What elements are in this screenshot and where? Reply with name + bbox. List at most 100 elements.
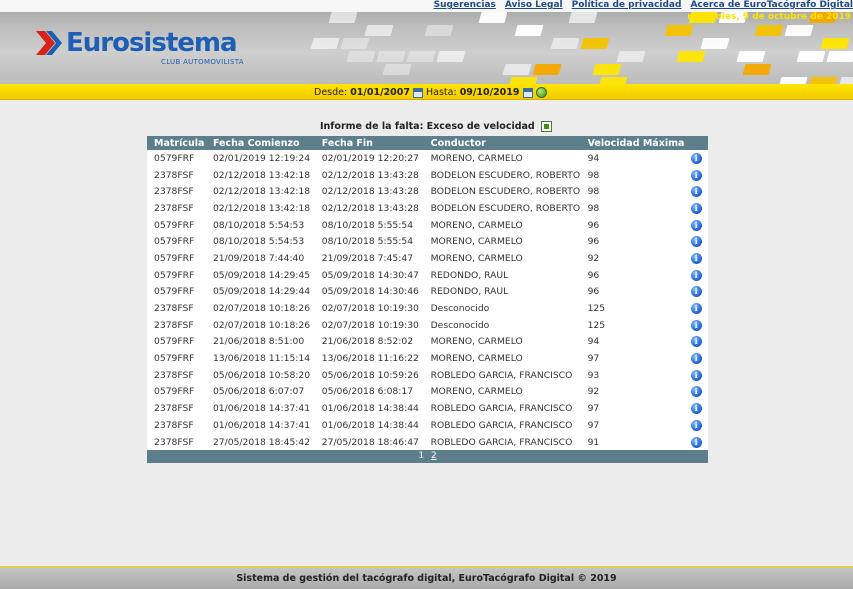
cell-fecha-comienzo: 02/07/2018 10:18:26 (212, 303, 311, 315)
info-icon[interactable]: i (690, 286, 702, 298)
table-row: 0579FRF 08/10/2018 5:54:53 08/10/2018 5:55… (147, 217, 708, 234)
table-row: 0579FRF 21/06/2018 8:51:00 21/06/2018 8:52… (147, 334, 708, 351)
table-row: 0579FRF 05/06/2018 6:07:07 05/06/2018 6:08… (147, 384, 708, 401)
table-row: 0579FRF 05/09/2018 14:29:44 05/09/2018 14:… (147, 284, 708, 301)
calendar-icon[interactable] (413, 87, 424, 98)
table-row: 2378FSF 27/05/2018 18:45:42 27/05/2018 18:… (147, 434, 708, 451)
cell-info: i (684, 233, 708, 250)
date-range: Desde: 01/01/2007 Hasta: 09/10/2019 (314, 87, 547, 98)
info-icon[interactable]: i (690, 386, 702, 398)
cell-fecha-comienzo: 05/09/2018 14:29:44 (212, 286, 311, 298)
decorative-tile (346, 51, 376, 62)
cell-velocidad: 91 (587, 436, 600, 448)
info-icon[interactable]: i (690, 303, 702, 315)
cell-fecha-comienzo: 08/10/2018 5:54:53 (212, 236, 305, 248)
cell-info: i (684, 367, 708, 384)
excel-export-icon[interactable] (540, 121, 552, 132)
decorative-tile (592, 64, 622, 75)
decorative-tile (580, 38, 610, 49)
decorative-tile (340, 38, 370, 49)
info-icon[interactable]: i (690, 436, 702, 448)
page-2-link[interactable]: 2 (431, 451, 437, 461)
cell-fecha-fin: 05/09/2018 14:30:46 (321, 286, 419, 298)
decorative-tile (754, 25, 784, 36)
pagination: 1 2 (147, 450, 708, 464)
cell-conductor: MORENO, CARMELO (430, 252, 523, 264)
cell-matricula: 2378FSF (154, 202, 194, 214)
cell-velocidad: 94 (587, 336, 600, 348)
refresh-go-icon[interactable] (535, 87, 547, 98)
table-row: 2378FSF 02/07/2018 10:18:26 02/07/2018 10:… (147, 317, 708, 334)
calendar-icon[interactable] (522, 87, 533, 98)
cell-conductor: ROBLEDO GARCIA, FRANCISCO (430, 419, 573, 431)
link-politica-privacidad[interactable]: Política de privacidad (572, 0, 682, 12)
info-icon[interactable]: i (690, 269, 702, 281)
cell-fecha-comienzo: 01/06/2018 14:37:41 (212, 403, 311, 415)
decorative-tile (478, 12, 508, 23)
cell-fecha-comienzo: 05/06/2018 10:58:20 (212, 369, 311, 381)
cell-fecha-comienzo: 02/12/2018 13:42:18 (212, 169, 311, 181)
decorative-tile (736, 51, 766, 62)
cell-matricula: 2378FSF (154, 436, 194, 448)
from-label: Desde: (314, 87, 348, 98)
table-row: 0579FRF 02/01/2019 12:19:24 02/01/2019 12:… (147, 150, 708, 167)
cell-info: i (684, 317, 708, 334)
cell-info: i (684, 350, 708, 367)
info-icon[interactable]: i (690, 319, 702, 331)
cell-matricula: 0579FRF (154, 219, 195, 231)
info-icon[interactable]: i (690, 219, 702, 231)
to-date: 09/10/2019 (459, 87, 520, 98)
table-row: 0579FRF 08/10/2018 5:54:53 08/10/2018 5:55… (147, 233, 708, 250)
cell-matricula: 0579FRF (154, 236, 195, 248)
col-fecha-fin: Fecha Fin (314, 136, 424, 150)
decorative-tile (700, 38, 730, 49)
info-icon[interactable]: i (690, 403, 702, 415)
cell-velocidad: 98 (587, 202, 600, 214)
cell-fecha-fin: 05/06/2018 10:59:26 (321, 369, 419, 381)
cell-fecha-comienzo: 02/12/2018 13:42:18 (212, 202, 311, 214)
info-icon[interactable]: i (690, 152, 702, 164)
cell-info: i (684, 217, 708, 234)
info-icon[interactable]: i (690, 252, 702, 264)
link-sugerencias[interactable]: Sugerencias (434, 0, 496, 12)
info-icon[interactable]: i (690, 369, 702, 381)
info-icon[interactable]: i (690, 169, 702, 181)
decorative-tile (532, 64, 562, 75)
date-filter-bar: Desde: 01/01/2007 Hasta: 09/10/2019 (0, 84, 853, 100)
info-icon[interactable]: i (690, 202, 702, 214)
report-title-text: Informe de la falta: Exceso de velocidad (320, 121, 535, 132)
decorative-tile (676, 51, 706, 62)
cell-conductor: MORENO, CARMELO (430, 152, 523, 164)
cell-conductor: ROBLEDO GARCIA, FRANCISCO (430, 369, 573, 381)
cell-conductor: Desconocido (430, 319, 490, 331)
cell-conductor: MORENO, CARMELO (430, 386, 523, 398)
cell-matricula: 2378FSF (154, 403, 194, 415)
decorative-tile (310, 38, 340, 49)
cell-conductor: BODELON ESCUDERO, ROBERTO (430, 186, 581, 198)
cell-fecha-comienzo: 02/07/2018 10:18:26 (212, 319, 311, 331)
from-date: 01/01/2007 (350, 87, 411, 98)
link-acerca-de[interactable]: Acerca de EuroTacógrafo Digital (690, 0, 853, 12)
cell-fecha-fin: 02/12/2018 13:43:28 (321, 202, 419, 214)
table-row: 0579FRF 13/06/2018 11:15:14 13/06/2018 11:… (147, 350, 708, 367)
cell-info: i (684, 400, 708, 417)
header-banner: Sugerencias Aviso Legal Política de priv… (0, 0, 853, 88)
info-icon[interactable]: i (690, 236, 702, 248)
cell-conductor: REDONDO, RAUL (430, 269, 509, 281)
cell-matricula: 2378FSF (154, 319, 194, 331)
decorative-tile (796, 51, 826, 62)
col-conductor: Conductor (423, 136, 581, 150)
decorative-tile (382, 64, 412, 75)
col-fecha-comienzo: Fecha Comienzo (205, 136, 315, 150)
cell-fecha-fin: 02/12/2018 13:43:28 (321, 169, 419, 181)
info-icon[interactable]: i (690, 186, 702, 198)
decorative-tile (742, 64, 772, 75)
eurosistema-logo[interactable]: Eurosistema CLUB AUTOMOVILISTA (36, 28, 256, 68)
link-aviso-legal[interactable]: Aviso Legal (505, 0, 563, 12)
cell-matricula: 2378FSF (154, 303, 194, 315)
info-icon[interactable]: i (690, 419, 702, 431)
info-icon[interactable]: i (690, 336, 702, 348)
decorative-tile (550, 38, 580, 49)
cell-info: i (684, 167, 708, 184)
info-icon[interactable]: i (690, 353, 702, 365)
